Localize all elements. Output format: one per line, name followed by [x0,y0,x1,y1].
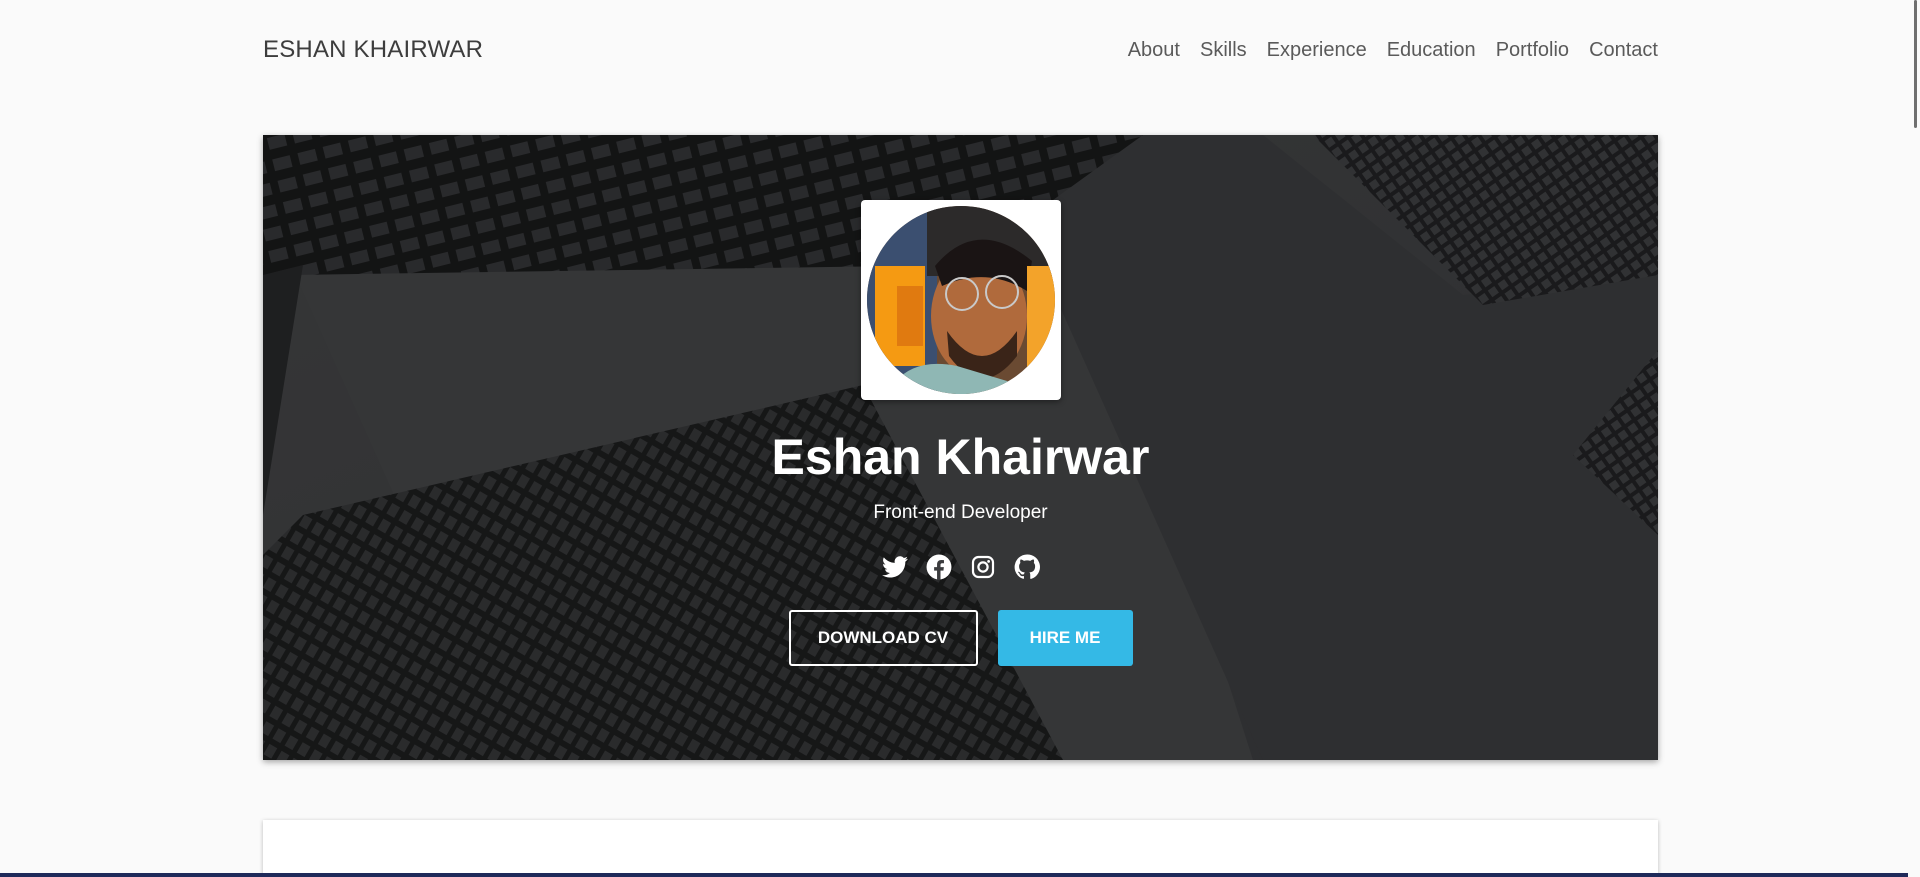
bottom-bar [0,873,1920,877]
hire-me-button[interactable]: HIRE ME [997,610,1133,666]
page: ESHAN KHAIRWAR About Skills Experience E… [0,0,1920,877]
next-section-card [263,820,1658,877]
scrollbar[interactable] [1908,0,1920,877]
avatar-frame [860,200,1061,400]
hero-name: Eshan Khairwar [771,429,1150,485]
nav-link-experience[interactable]: Experience [1267,39,1367,62]
twitter-icon[interactable] [881,554,908,580]
nav-link-portfolio[interactable]: Portfolio [1496,39,1569,62]
download-cv-button[interactable]: DOWNLOAD CV [788,610,978,666]
nav-links: About Skills Experience Education Portfo… [1128,39,1658,62]
navbar: ESHAN KHAIRWAR About Skills Experience E… [263,0,1658,100]
facebook-icon[interactable] [926,554,952,580]
hero-subtitle: Front-end Developer [873,502,1048,523]
profile-avatar [866,206,1055,394]
social-links [881,554,1040,580]
nav-link-about[interactable]: About [1128,39,1180,62]
hero-actions: DOWNLOAD CV HIRE ME [788,610,1133,666]
hero-content: Eshan Khairwar Front-end Developer DOWNL… [263,135,1658,760]
nav-link-skills[interactable]: Skills [1200,39,1247,62]
nav-link-education[interactable]: Education [1387,39,1476,62]
nav-link-contact[interactable]: Contact [1589,39,1658,62]
github-icon[interactable] [1014,554,1040,580]
scrollbar-thumb[interactable] [1914,0,1917,128]
hero-section: Eshan Khairwar Front-end Developer DOWNL… [263,135,1658,760]
brand-logo[interactable]: ESHAN KHAIRWAR [263,36,483,64]
instagram-icon[interactable] [970,554,996,580]
